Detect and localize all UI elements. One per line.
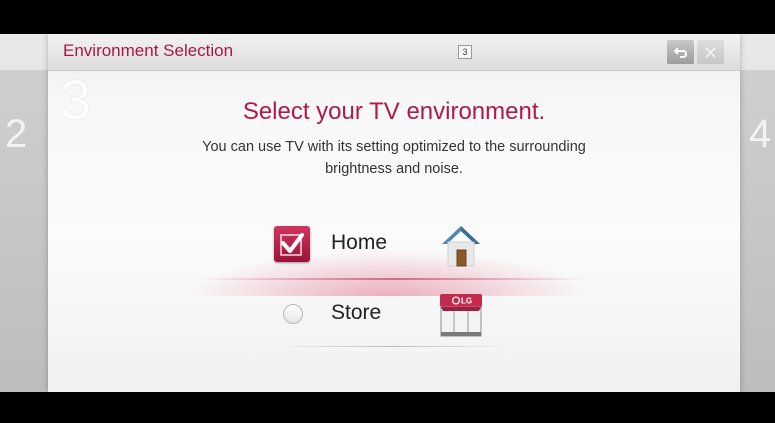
current-page-indicator: 3 — [458, 45, 472, 59]
next-step-number: 4 — [749, 112, 772, 156]
page-dot — [483, 50, 487, 54]
page-dot — [543, 50, 547, 54]
option-store[interactable]: Store LG — [48, 290, 740, 340]
page-indicator: 3 — [428, 45, 547, 59]
store-icon: LG — [436, 290, 486, 340]
page-dot — [498, 50, 502, 54]
selection-divider — [198, 278, 590, 280]
page-description: You can use TV with its setting optimize… — [202, 139, 586, 177]
next-step-panel[interactable]: 4 — [737, 70, 775, 392]
store-badge-text: LG — [461, 297, 472, 306]
radio-unchecked[interactable] — [283, 304, 303, 324]
close-button[interactable] — [697, 40, 724, 64]
option-home-label: Home — [331, 231, 388, 254]
letterbox-bottom — [0, 392, 775, 423]
checkbox-checked[interactable] — [274, 226, 310, 262]
option-divider — [273, 346, 513, 347]
page-dot — [428, 50, 432, 54]
back-button[interactable] — [667, 40, 694, 64]
option-store-label: Store — [331, 301, 382, 324]
previous-step-panel[interactable]: 2 — [0, 70, 50, 392]
page-dot — [513, 50, 517, 54]
page-dot — [528, 50, 532, 54]
title-bar: Environment Selection 3 — [48, 34, 740, 71]
environment-selection-panel: Environment Selection 3 3 Select your TV… — [48, 34, 740, 392]
letterbox-top — [0, 0, 775, 34]
option-home[interactable]: Home — [48, 220, 740, 270]
checkmark-icon — [280, 233, 304, 256]
panel-title: Environment Selection — [63, 41, 234, 60]
page-dot — [443, 50, 447, 54]
setup-stage: 2 4 Environment Selection 3 3 Select you… — [0, 34, 775, 392]
previous-step-number: 2 — [5, 112, 28, 156]
close-icon — [705, 46, 716, 58]
back-arrow-icon — [673, 47, 687, 58]
page-heading: Select your TV environment. — [242, 98, 546, 125]
home-icon — [436, 220, 486, 270]
